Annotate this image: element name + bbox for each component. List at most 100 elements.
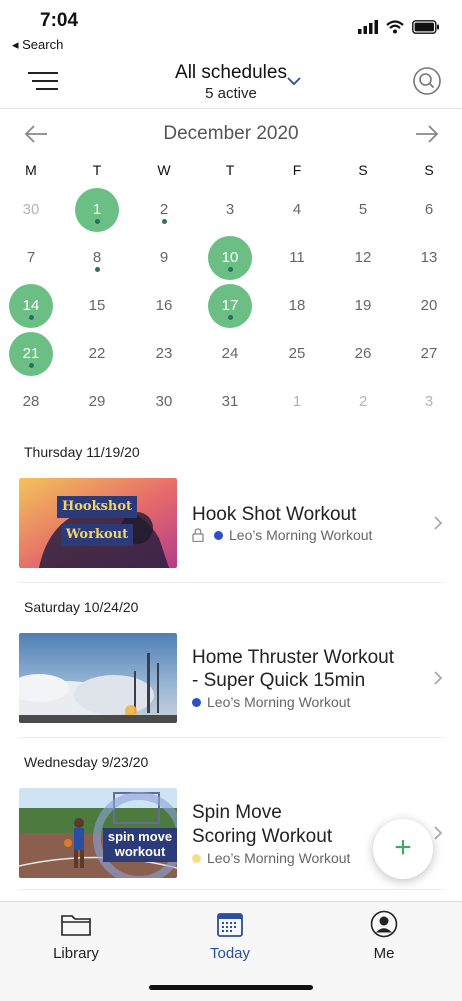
session-title-continued: - Super Quick 15min: [192, 670, 366, 691]
weekday-header-row: M T W T F S S: [0, 162, 462, 182]
calendar-day-number: 11: [289, 249, 305, 266]
tab-me-label: Me: [373, 945, 395, 962]
schedule-color-dot: [192, 853, 201, 863]
calendar-day-number: 26: [354, 345, 372, 362]
lock-icon: [192, 528, 204, 542]
schedule-name: Leo’s Morning Workout: [207, 694, 351, 710]
session-date-label: Wednesday 9/23/20: [24, 754, 149, 770]
home-indicator: [149, 985, 313, 990]
chevron-right-icon: [432, 669, 444, 687]
calendar-day[interactable]: 30: [142, 380, 186, 424]
calendar-day-number: 8: [92, 249, 102, 266]
calendar-day[interactable]: 26: [341, 332, 385, 376]
divider: [19, 737, 443, 738]
calendar-day[interactable]: 15: [75, 284, 119, 328]
calendar-day[interactable]: 12: [341, 236, 385, 280]
scheduled-dot: [95, 267, 100, 272]
schedule-color-dot: [192, 697, 201, 707]
calendar-day[interactable]: 8: [75, 236, 119, 280]
calendar-day[interactable]: 1: [275, 380, 319, 424]
session-date-label: Saturday 10/24/20: [24, 599, 139, 615]
calendar-day-selected[interactable]: 1: [75, 188, 119, 232]
weekday-label: S: [358, 162, 368, 178]
calendar-day-number: 30: [155, 393, 173, 410]
calendar-day-selected[interactable]: 17: [208, 284, 252, 328]
add-button[interactable]: +: [373, 819, 433, 879]
calendar-day-number: 25: [288, 345, 306, 362]
calendar-day-number: 16: [155, 297, 173, 314]
calendar-day[interactable]: 11: [275, 236, 319, 280]
calendar-day-selected[interactable]: 10: [208, 236, 252, 280]
calendar-day[interactable]: 24: [208, 332, 252, 376]
calendar-day[interactable]: 2: [142, 188, 186, 232]
session-schedule: Leo’s Morning Workout: [192, 527, 372, 543]
calendar-day[interactable]: 7: [9, 236, 53, 280]
calendar-day-number: 13: [420, 249, 438, 266]
weekday-label: F: [292, 162, 302, 178]
tab-me[interactable]: Me: [329, 910, 439, 962]
calendar-day[interactable]: 3: [208, 188, 252, 232]
calendar-day[interactable]: 23: [142, 332, 186, 376]
calendar-day-number: 6: [424, 201, 434, 218]
calendar-day-number: 22: [88, 345, 106, 362]
calendar-day[interactable]: 25: [275, 332, 319, 376]
scheduled-dot: [228, 267, 233, 272]
thumbnail-caption: workout: [114, 844, 166, 859]
calendar-day[interactable]: 3: [407, 380, 451, 424]
schedule-selector-title[interactable]: All schedules: [0, 62, 462, 84]
calendar-day-number: 21: [22, 345, 40, 362]
calendar-day[interactable]: 2: [341, 380, 385, 424]
weekday-label: T: [225, 162, 235, 178]
calendar-day[interactable]: 30: [9, 188, 53, 232]
calendar-day[interactable]: 9: [142, 236, 186, 280]
calendar-day[interactable]: 20: [407, 284, 451, 328]
battery-icon: [412, 20, 439, 34]
schedule-name: Leo’s Morning Workout: [207, 850, 351, 866]
calendar-day[interactable]: 6: [407, 188, 451, 232]
calendar-day[interactable]: 27: [407, 332, 451, 376]
back-to-search-link[interactable]: ◂ Search: [12, 37, 63, 53]
weekday-label: T: [92, 162, 102, 178]
status-icons: [358, 20, 440, 34]
calendar-day-selected[interactable]: 21: [9, 332, 53, 376]
session-schedule: Leo’s Morning Workout: [192, 694, 350, 710]
calendar-day[interactable]: 31: [208, 380, 252, 424]
calendar-day[interactable]: 16: [142, 284, 186, 328]
divider: [19, 889, 443, 890]
calendar-day-number: 1: [92, 201, 102, 218]
calendar-grid: 30 1 2 3 4 5 6 7 8 9 10 11 12 13 14 15 16 17 18 19 20 21 22 23 2…: [0, 186, 462, 426]
weekday-label: W: [157, 162, 171, 178]
session-item-home-thruster[interactable]: Home Thruster Workout - Super Quick 15mi…: [0, 633, 462, 727]
schedule-color-dot: [214, 530, 223, 540]
chevron-down-icon[interactable]: [285, 74, 303, 88]
calendar-day[interactable]: 18: [275, 284, 319, 328]
calendar-day[interactable]: 28: [9, 380, 53, 424]
weekday-label: M: [25, 162, 37, 178]
thumbnail-caption: Workout: [65, 527, 129, 542]
calendar-day[interactable]: 29: [75, 380, 119, 424]
status-time: 7:04: [40, 10, 79, 31]
tab-library[interactable]: Library: [21, 910, 131, 962]
session-item-hook-shot[interactable]: Hookshot Workout Hook Shot Workout Leo’s…: [0, 478, 462, 572]
tab-library-label: Library: [53, 945, 99, 962]
calendar-day-number: 2: [358, 393, 368, 410]
calendar-day[interactable]: 4: [275, 188, 319, 232]
next-month-arrow-icon[interactable]: [414, 124, 440, 144]
tab-today[interactable]: Today: [175, 910, 285, 962]
calendar-day[interactable]: 5: [341, 188, 385, 232]
calendar-day-number: 12: [354, 249, 372, 266]
schedule-name: Leo’s Morning Workout: [229, 527, 373, 543]
calendar-day-number: 19: [354, 297, 372, 314]
calendar-day-number: 20: [420, 297, 438, 314]
signal-icon: [358, 20, 378, 34]
active-count: 5 active: [205, 85, 257, 102]
calendar-day-number: 28: [22, 393, 40, 410]
calendar-day[interactable]: 19: [341, 284, 385, 328]
calendar-day-number: 10: [221, 249, 239, 266]
calendar-day[interactable]: 13: [407, 236, 451, 280]
session-thumbnail: [19, 633, 177, 723]
divider: [19, 582, 443, 583]
calendar-day[interactable]: 22: [75, 332, 119, 376]
calendar-day-selected[interactable]: 14: [9, 284, 53, 328]
search-icon[interactable]: [412, 66, 442, 96]
